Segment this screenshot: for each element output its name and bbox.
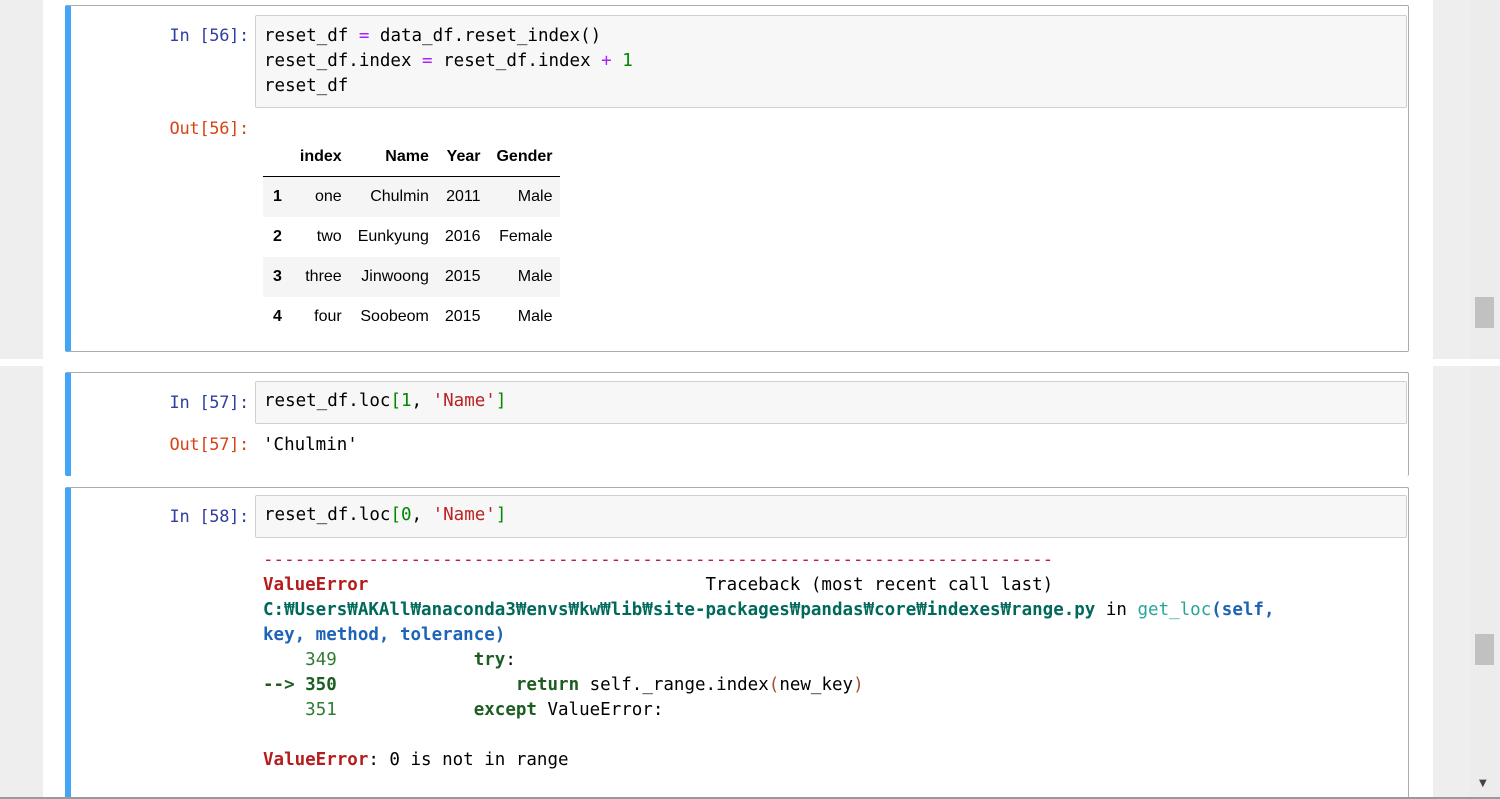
scrollbar-bottom-pane[interactable]: ▼ <box>1470 366 1500 797</box>
table-cell: Jinwoong <box>361 268 429 285</box>
code-input[interactable]: reset_df.loc[0, 'Name'] <box>255 495 1407 538</box>
table-cell: Soobeom <box>360 308 429 325</box>
scrollbar-thumb[interactable] <box>1475 297 1494 328</box>
row-index: 3 <box>273 268 282 285</box>
table-cell: three <box>305 268 342 285</box>
column-header: index <box>291 138 350 177</box>
traceback-line: ----------------------------------------… <box>263 550 1054 570</box>
table-row: 3 three Jinwoong 2015 Male <box>263 257 561 297</box>
column-header: Year <box>436 138 489 177</box>
code-cell-56[interactable]: In [56]: reset_df = data_df.reset_index(… <box>65 5 1409 352</box>
code-line: reset_df.loc[0, 'Name'] <box>264 505 507 525</box>
column-header <box>263 138 292 177</box>
table-cell: Male <box>517 268 553 285</box>
table-cell: Male <box>517 308 553 325</box>
table-cell: 2011 <box>446 188 481 205</box>
code-input[interactable]: reset_df = data_df.reset_index() reset_df… <box>255 15 1407 108</box>
traceback-line: ValueError: 0 is not in range <box>263 750 569 770</box>
row-index: 4 <box>273 308 282 325</box>
table-row: 1 one Chulmin 2011 Male <box>263 176 561 217</box>
table-header-row: index Name Year Gender <box>263 138 561 177</box>
table-cell: Male <box>517 188 553 205</box>
traceback-line: 351 except ValueError: <box>305 700 664 720</box>
code-cell-58[interactable]: In [58]: reset_df.loc[0, 'Name'] -------… <box>65 487 1409 797</box>
traceback-line: --> 350 return self._range.index(new_key… <box>263 675 864 695</box>
input-prompt: In [57]: <box>169 393 250 413</box>
notebook-sheet: In [56]: reset_df = data_df.reset_index(… <box>43 0 1433 359</box>
dataframe-table: index Name Year Gender 1 one Chulmin 2011 Male 2… <box>263 138 561 337</box>
input-prompt: In [58]: <box>169 507 250 527</box>
output-text: 'Chulmin' <box>263 435 358 455</box>
table-cell: four <box>314 308 342 325</box>
scrollbar-top-pane[interactable] <box>1470 0 1500 359</box>
traceback-line: C:₩Users₩AKAll₩anaconda3₩envs₩kw₩lib₩sit… <box>263 600 1275 620</box>
table-cell: one <box>315 188 342 205</box>
code-line: reset_df.loc[1, 'Name'] <box>264 391 507 411</box>
row-index: 2 <box>273 228 282 245</box>
notebook-pane-top: In [56]: reset_df = data_df.reset_index(… <box>0 0 1500 359</box>
notebook-sheet: In [57]: reset_df.loc[1, 'Name'] Out[57]… <box>43 366 1433 797</box>
traceback-line: 349 try: <box>305 650 516 670</box>
scroll-down-arrow-icon[interactable]: ▼ <box>1479 778 1487 789</box>
scrollbar-thumb[interactable] <box>1475 634 1494 665</box>
table-cell: Female <box>499 228 553 245</box>
traceback-line: ValueError Traceback (most recent call l… <box>263 575 1054 595</box>
code-line: reset_df.index = reset_df.index + 1 <box>264 51 633 71</box>
table-cell: Chulmin <box>370 188 429 205</box>
table-cell: 2015 <box>444 268 481 285</box>
column-header: Gender <box>488 138 561 177</box>
code-cell-57[interactable]: In [57]: reset_df.loc[1, 'Name'] Out[57]… <box>65 372 1409 476</box>
table-row: 4 four Soobeom 2015 Male <box>263 297 560 337</box>
code-input[interactable]: reset_df.loc[1, 'Name'] <box>255 381 1407 424</box>
table-cell: Eunkyung <box>357 228 429 245</box>
column-header: Name <box>349 138 437 177</box>
input-prompt: In [56]: <box>169 26 250 46</box>
code-line: reset_df <box>264 76 349 96</box>
table-cell: two <box>316 228 342 245</box>
traceback-line <box>263 723 1403 748</box>
output-prompt: Out[56]: <box>169 119 250 139</box>
traceback-line: key, method, tolerance) <box>263 625 506 645</box>
code-line: reset_df = data_df.reset_index() <box>264 26 602 46</box>
pane-splitter[interactable] <box>0 359 1500 366</box>
dataframe-output: index Name Year Gender 1 one Chulmin 2011 Male 2… <box>263 138 561 337</box>
table-cell: 2015 <box>444 308 481 325</box>
notebook-pane-bottom: In [57]: reset_df.loc[1, 'Name'] Out[57]… <box>0 366 1500 799</box>
table-row: 2 two Eunkyung 2016 Female <box>263 217 560 257</box>
error-traceback: ----------------------------------------… <box>263 548 1403 773</box>
output-prompt: Out[57]: <box>169 435 250 455</box>
row-index: 1 <box>273 188 282 205</box>
table-cell: 2016 <box>444 228 481 245</box>
